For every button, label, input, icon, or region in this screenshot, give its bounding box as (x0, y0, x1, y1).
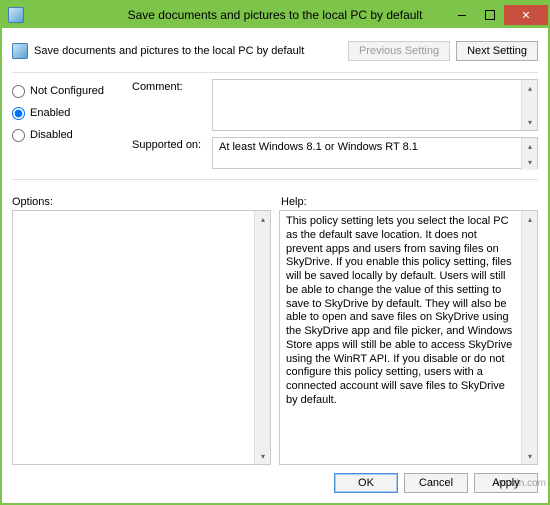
comment-field-wrap: ▴ ▾ (212, 79, 538, 131)
radio-enabled-input[interactable] (12, 107, 25, 120)
state-radio-group: Not Configured Enabled Disabled (12, 79, 122, 169)
radio-not-configured-input[interactable] (12, 85, 25, 98)
scroll-up-icon[interactable]: ▴ (522, 138, 538, 154)
client-area: Save documents and pictures to the local… (2, 28, 548, 503)
comment-row: Comment: ▴ ▾ (132, 79, 538, 131)
scroll-down-icon[interactable]: ▾ (522, 154, 538, 170)
comment-scroll: ▴ ▾ (521, 80, 537, 130)
next-setting-button[interactable]: Next Setting (456, 41, 538, 61)
header-row: Save documents and pictures to the local… (12, 36, 538, 66)
policy-editor-window: Save documents and pictures to the local… (0, 0, 550, 505)
comment-input[interactable] (213, 80, 521, 130)
titlebar: Save documents and pictures to the local… (2, 2, 548, 28)
radio-not-configured-label: Not Configured (30, 85, 104, 97)
radio-disabled[interactable]: Disabled (12, 125, 122, 145)
supported-row: Supported on: At least Windows 8.1 or Wi… (132, 137, 538, 169)
radio-not-configured[interactable]: Not Configured (12, 81, 122, 101)
options-scroll: ▴ ▾ (254, 211, 270, 464)
separator (12, 72, 538, 73)
help-content: This policy setting lets you select the … (280, 211, 521, 464)
panel-labels: Options: Help: (12, 196, 538, 208)
separator (12, 179, 538, 180)
scroll-down-icon[interactable]: ▾ (255, 448, 271, 464)
panels: ▴ ▾ This policy setting lets you select … (12, 210, 538, 465)
comment-label: Comment: (132, 79, 212, 93)
supported-value: At least Windows 8.1 or Windows RT 8.1 (213, 138, 521, 156)
radio-enabled-label: Enabled (30, 107, 70, 119)
supported-scroll: ▴ ▾ (521, 138, 537, 170)
fields-column: Comment: ▴ ▾ Supported on: At least Wind… (132, 79, 538, 169)
policy-title: Save documents and pictures to the local… (34, 45, 304, 57)
scroll-down-icon[interactable]: ▾ (522, 114, 538, 130)
options-content (13, 211, 254, 464)
window-icon (8, 7, 24, 23)
scroll-up-icon[interactable]: ▴ (255, 211, 271, 227)
cancel-button[interactable]: Cancel (404, 473, 468, 493)
minimize-button[interactable] (448, 5, 476, 25)
nav-buttons: Previous Setting Next Setting (348, 41, 538, 61)
ok-button[interactable]: OK (334, 473, 398, 493)
policy-icon (12, 43, 28, 59)
config-row: Not Configured Enabled Disabled Comment: (12, 79, 538, 169)
scroll-down-icon[interactable]: ▾ (522, 448, 538, 464)
apply-button[interactable]: Apply (474, 473, 538, 493)
radio-disabled-input[interactable] (12, 129, 25, 142)
previous-setting-button[interactable]: Previous Setting (348, 41, 450, 61)
options-label: Options: (12, 196, 275, 208)
scroll-up-icon[interactable]: ▴ (522, 211, 538, 227)
help-panel: This policy setting lets you select the … (279, 210, 538, 465)
scroll-up-icon[interactable]: ▴ (522, 80, 538, 96)
help-scroll: ▴ ▾ (521, 211, 537, 464)
maximize-button[interactable] (476, 5, 504, 25)
radio-enabled[interactable]: Enabled (12, 103, 122, 123)
help-label: Help: (275, 196, 538, 208)
supported-field: At least Windows 8.1 or Windows RT 8.1 ▴… (212, 137, 538, 169)
supported-label: Supported on: (132, 137, 212, 151)
radio-disabled-label: Disabled (30, 129, 73, 141)
close-button[interactable] (504, 5, 548, 25)
footer-buttons: OK Cancel Apply (12, 465, 538, 493)
options-panel: ▴ ▾ (12, 210, 271, 465)
window-controls (448, 5, 548, 25)
